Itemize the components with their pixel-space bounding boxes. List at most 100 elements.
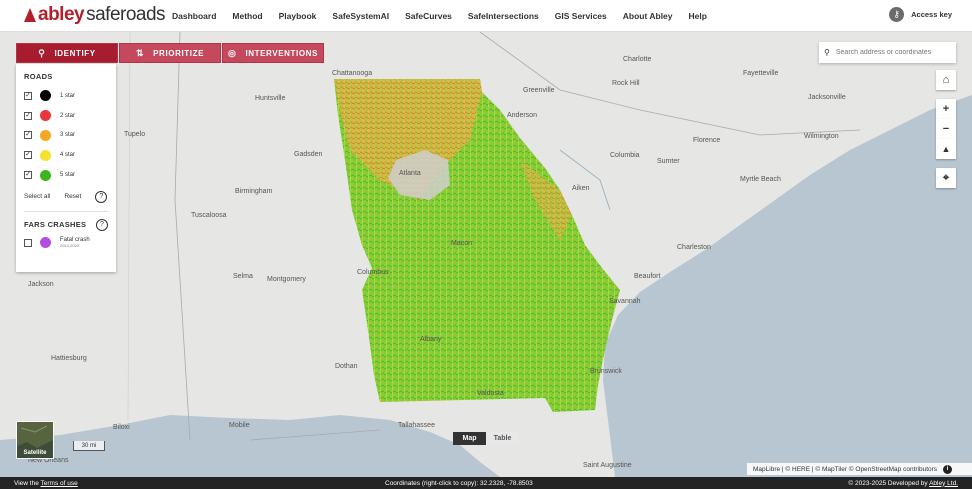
compass-button[interactable]: ▲ bbox=[936, 139, 956, 159]
legend-sublabel: 2013-2022 bbox=[60, 243, 80, 249]
place-label: Chattanooga bbox=[332, 70, 373, 77]
legend-row-3-star[interactable]: ✓ 3 star bbox=[24, 126, 108, 146]
star-1-swatch bbox=[40, 90, 51, 102]
legend-row-fatal-crash[interactable]: Fatal crash 2013-2022 bbox=[24, 233, 108, 253]
locate-button[interactable]: ⌖ bbox=[936, 168, 956, 188]
checkbox[interactable]: ✓ bbox=[24, 111, 32, 120]
star-2-swatch bbox=[40, 110, 51, 122]
access-key-label: Access key bbox=[911, 10, 952, 19]
checkbox[interactable]: ✓ bbox=[24, 171, 32, 180]
search-box[interactable]: ⚲ bbox=[819, 42, 956, 63]
place-label: Myrtle Beach bbox=[740, 176, 781, 183]
help-icon[interactable]: ? bbox=[96, 218, 108, 231]
place-label: Mobile bbox=[229, 422, 250, 429]
copyright-text: © 2023-2025 Developed by Abley Ltd. bbox=[848, 480, 958, 487]
logo-brand: abley bbox=[38, 4, 85, 25]
target-icon: ◎ bbox=[227, 47, 237, 58]
tab-label: IDENTIFY bbox=[54, 48, 96, 58]
place-label: Anderson bbox=[507, 112, 537, 119]
map-attribution: MapLibre | © HERE | © MapTiler © OpenStr… bbox=[747, 463, 972, 475]
map-canvas[interactable]: Chattanooga Charlotte Fayetteville Hunts… bbox=[0, 32, 972, 477]
place-label: Charleston bbox=[677, 244, 711, 251]
legend-actions: Select all Reset ? bbox=[24, 190, 108, 203]
table-view-button[interactable]: Table bbox=[486, 432, 519, 445]
star-4-swatch bbox=[40, 149, 51, 161]
place-label: Valdosta bbox=[477, 390, 504, 397]
place-label: Jacksonville bbox=[808, 94, 846, 101]
place-label: Brunswick bbox=[590, 368, 622, 375]
place-label: Biloxi bbox=[113, 424, 130, 431]
tab-label: INTERVENTIONS bbox=[245, 48, 318, 58]
checkbox[interactable]: ✓ bbox=[24, 91, 32, 100]
logo-product: saferoads bbox=[86, 4, 166, 25]
nav-safesystemai[interactable]: SafeSystemAI bbox=[332, 11, 389, 21]
main-nav: Dashboard Method Playbook SafeSystemAI S… bbox=[172, 0, 723, 32]
fatal-crash-text: Fatal crash 2013-2022 bbox=[60, 237, 90, 248]
view-toggle: Map Table bbox=[453, 432, 519, 445]
locate-icon: ⌖ bbox=[942, 171, 950, 184]
place-label: Sumter bbox=[657, 158, 680, 165]
star-3-swatch bbox=[40, 129, 51, 141]
copyright-prefix: © 2023-2025 Developed by bbox=[848, 479, 930, 487]
place-label: Florence bbox=[693, 137, 721, 144]
terms-prefix: View the bbox=[14, 479, 41, 487]
search-icon: ⚲ bbox=[38, 47, 46, 58]
legend-row-5-star[interactable]: ✓ 5 star bbox=[24, 165, 108, 185]
checkbox[interactable] bbox=[24, 238, 32, 247]
star-5-swatch bbox=[40, 169, 51, 181]
place-label: Albany bbox=[420, 336, 442, 343]
legend-panel: ROADS ✓ 1 star ✓ 2 star ✓ 3 star ✓ 4 sta… bbox=[16, 64, 116, 272]
top-navbar: abley saferoads Dashboard Method Playboo… bbox=[0, 0, 972, 32]
terms-text: View the Terms of use bbox=[14, 480, 78, 487]
place-label: Columbus bbox=[357, 269, 389, 276]
sort-icon: ⇅ bbox=[135, 47, 145, 58]
nav-about-abley[interactable]: About Abley bbox=[623, 11, 673, 21]
legend-label: 5 star bbox=[60, 172, 76, 179]
scale-bar: 30 mi bbox=[73, 441, 105, 451]
nav-gis-services[interactable]: GIS Services bbox=[555, 11, 607, 21]
checkbox[interactable]: ✓ bbox=[24, 151, 32, 160]
terms-link[interactable]: Terms of use bbox=[41, 480, 78, 487]
legend-row-1-star[interactable]: ✓ 1 star bbox=[24, 86, 108, 106]
developer-link[interactable]: Abley Ltd. bbox=[929, 480, 958, 487]
coordinates-readout[interactable]: Coordinates (right-click to copy): 32.23… bbox=[385, 480, 533, 487]
legend-label: 2 star bbox=[60, 112, 76, 119]
logo[interactable]: abley saferoads bbox=[24, 4, 166, 26]
select-all-link[interactable]: Select all bbox=[24, 193, 50, 200]
place-label: Rock Hill bbox=[612, 80, 640, 87]
fars-header: FARS CRASHES ? bbox=[24, 218, 108, 231]
place-label: Beaufort bbox=[634, 273, 661, 280]
nav-method[interactable]: Method bbox=[232, 11, 262, 21]
reset-link[interactable]: Reset bbox=[64, 193, 81, 200]
tab-interventions[interactable]: ◎ INTERVENTIONS bbox=[222, 43, 324, 63]
place-label: Tallahassee bbox=[398, 422, 435, 429]
zoom-in-button[interactable]: + bbox=[936, 99, 956, 119]
legend-label: 4 star bbox=[60, 152, 76, 159]
place-label: Hattiesburg bbox=[51, 355, 87, 362]
place-label: Selma bbox=[233, 273, 253, 280]
nav-dashboard[interactable]: Dashboard bbox=[172, 11, 216, 21]
nav-safeintersections[interactable]: SafeIntersections bbox=[468, 11, 539, 21]
legend-row-4-star[interactable]: ✓ 4 star bbox=[24, 145, 108, 165]
tab-label: PRIORITIZE bbox=[153, 48, 205, 58]
help-icon[interactable]: ? bbox=[95, 190, 108, 203]
search-icon: ⚲ bbox=[824, 48, 830, 57]
tab-identify[interactable]: ⚲ IDENTIFY bbox=[16, 43, 118, 63]
info-icon[interactable]: i bbox=[943, 464, 953, 474]
fatal-crash-swatch bbox=[40, 237, 51, 249]
place-label: Columbia bbox=[610, 152, 640, 159]
home-button[interactable]: ⌂ bbox=[936, 70, 956, 90]
nav-safecurves[interactable]: SafeCurves bbox=[405, 11, 452, 21]
zoom-out-button[interactable]: − bbox=[936, 119, 956, 139]
nav-help[interactable]: Help bbox=[689, 11, 707, 21]
map-view-button[interactable]: Map bbox=[453, 432, 486, 445]
access-key-button[interactable]: ⚷ Access key bbox=[889, 7, 952, 22]
legend-row-2-star[interactable]: ✓ 2 star bbox=[24, 106, 108, 126]
search-input[interactable] bbox=[835, 49, 951, 56]
tab-prioritize[interactable]: ⇅ PRIORITIZE bbox=[119, 43, 221, 63]
legend-label: 3 star bbox=[60, 132, 76, 139]
satellite-toggle[interactable]: Satellite bbox=[16, 421, 54, 459]
nav-playbook[interactable]: Playbook bbox=[279, 11, 317, 21]
checkbox[interactable]: ✓ bbox=[24, 131, 32, 140]
place-label: Wilmington bbox=[804, 133, 839, 140]
